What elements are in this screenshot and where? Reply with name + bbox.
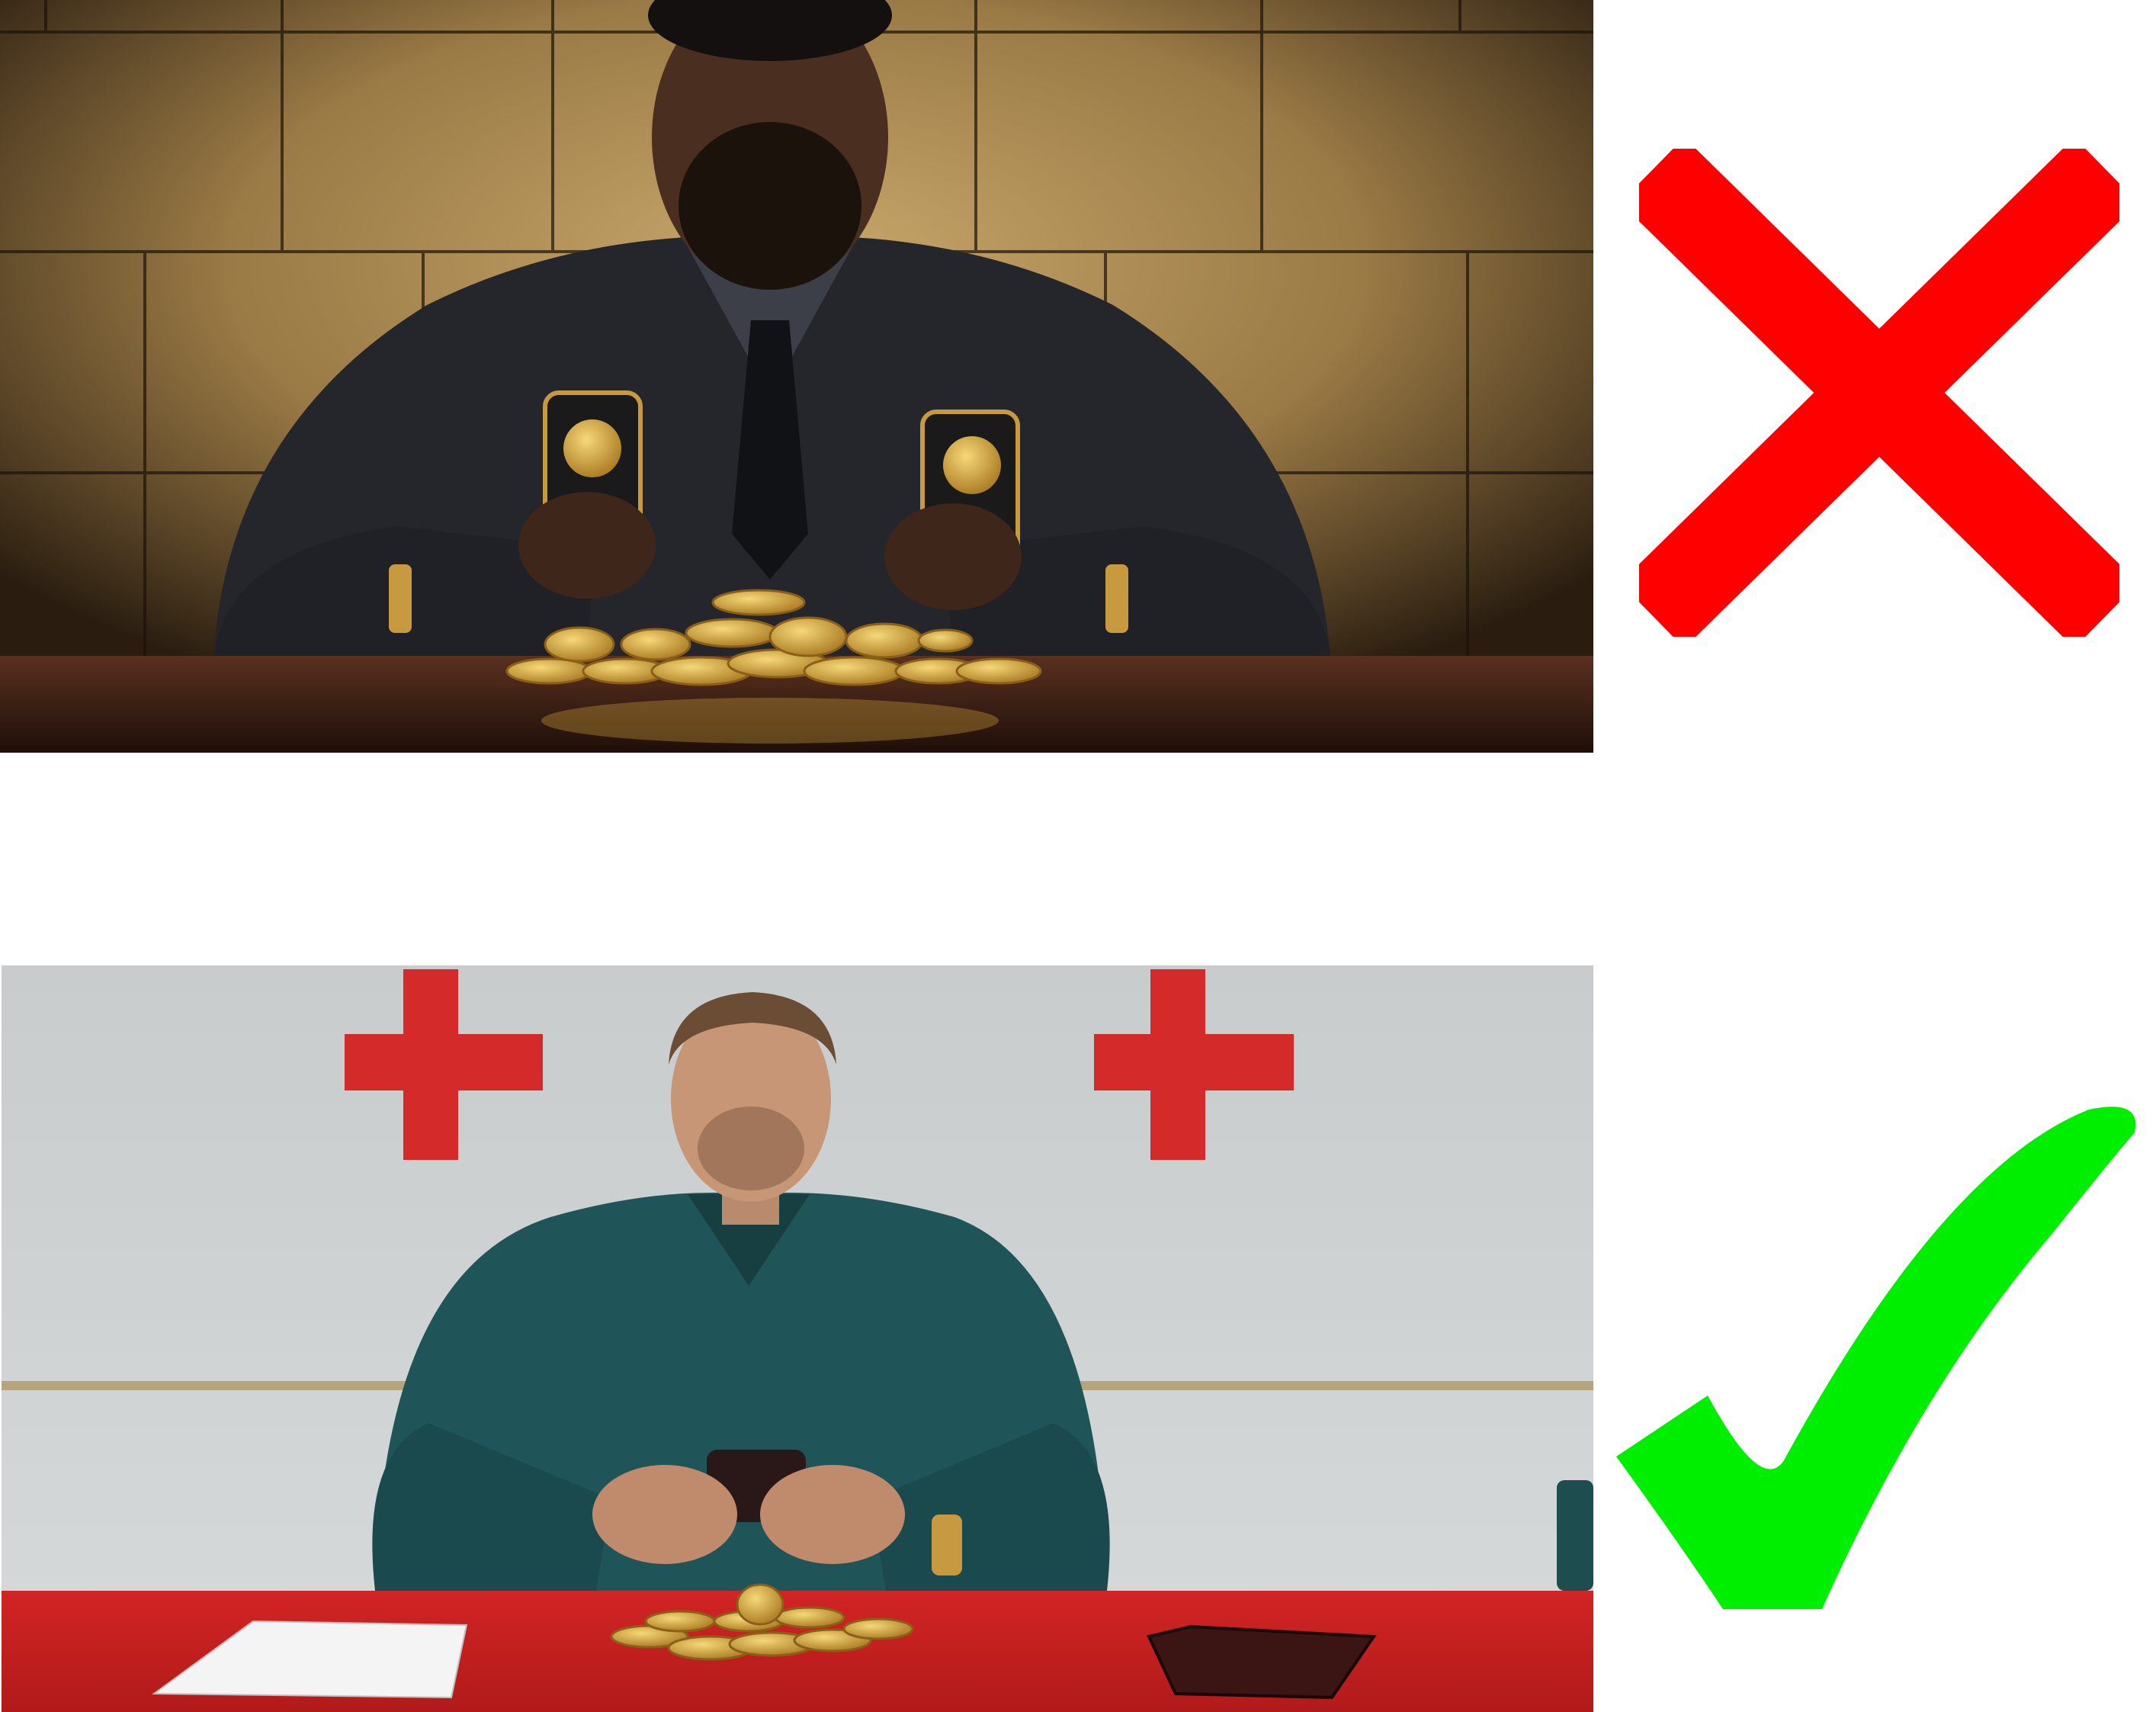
cross-mark-graphic bbox=[1639, 149, 2119, 637]
scene-illustration-bottom bbox=[2, 965, 1593, 1712]
photo-man-with-two-phones bbox=[0, 0, 1593, 753]
green-check-icon bbox=[1616, 1098, 2150, 1632]
photo-man-with-phone-red-table bbox=[2, 965, 1593, 1712]
check-mark-graphic bbox=[1616, 1107, 2136, 1609]
scene-illustration-top bbox=[0, 0, 1593, 753]
red-cross-icon bbox=[1639, 149, 2119, 637]
